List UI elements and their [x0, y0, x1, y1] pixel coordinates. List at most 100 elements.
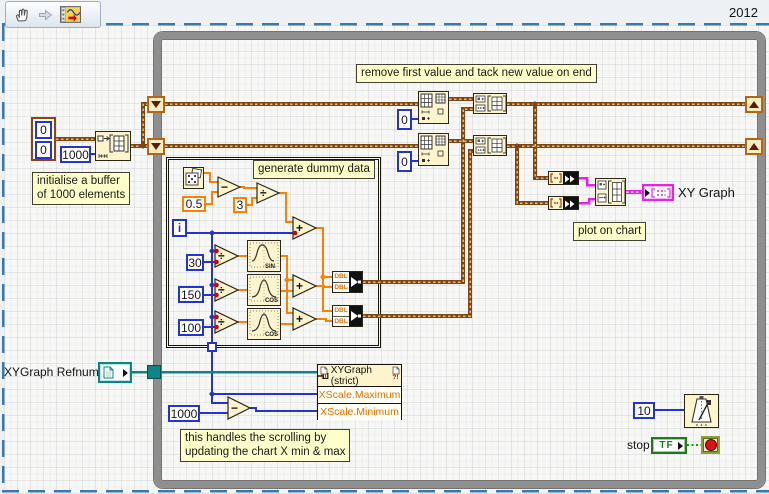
labview-block-diagram-window: − ÷ + ÷ ÷ ÷ + + − 2012 remove first valu… [0, 0, 769, 494]
loop-condition-terminal[interactable] [701, 436, 720, 454]
comment-line: initialise a buffer [37, 175, 120, 187]
array-brackets-icon [550, 173, 562, 183]
initialize-array-node[interactable] [95, 131, 131, 161]
numeric-constant-sin-period[interactable]: 30 [186, 254, 204, 271]
numeric-constant[interactable]: 0 [35, 121, 52, 139]
bundle-inputs: DBL DBL [333, 272, 349, 292]
dbl-type-label: DBL [334, 317, 348, 325]
comment-line: updating the chart X min & max [185, 446, 346, 458]
build-array-icon [475, 95, 507, 112]
property-node-xygraph[interactable]: ?! XYGraph (strict) ?! XScale.Maximum XS… [317, 364, 402, 420]
cosine-node[interactable]: COS [247, 308, 281, 340]
delete-from-array-node[interactable] [418, 91, 449, 124]
sine-wave-icon: SIN [249, 242, 279, 270]
shift-register-up-icon [749, 101, 759, 108]
loop-tunnel-refnum[interactable] [147, 365, 161, 379]
terminal-output-arrow-icon [678, 441, 683, 450]
shift-register-up-icon [749, 143, 759, 150]
loop-iteration-terminal[interactable]: i [172, 219, 187, 237]
shift-register-down-icon [151, 143, 161, 150]
xy-graph-glyph-icon [651, 187, 671, 198]
svg-text:SIN: SIN [265, 264, 275, 270]
shift-register-right[interactable] [745, 96, 763, 113]
metronome-icon [691, 396, 712, 426]
tf-glyph: TF [659, 440, 674, 451]
comment-remove-tack[interactable]: remove first value and tack new value on… [356, 64, 597, 83]
shift-register-left[interactable] [147, 96, 165, 113]
bundle-inputs: DBL DBL [333, 306, 349, 326]
stop-label: stop [627, 438, 650, 452]
bell-curve-icon: COS [249, 276, 279, 304]
bundle-node[interactable]: DBL DBL [332, 271, 363, 293]
shift-register-down-icon [151, 101, 161, 108]
comment-line: this handles the scrolling by [185, 432, 327, 444]
bell-curve-icon: COS [249, 310, 279, 338]
property-xscale-maximum[interactable]: XScale.Maximum [318, 387, 401, 404]
comment-line: of 1000 elements [37, 189, 126, 201]
bundle-output-icon [349, 306, 362, 326]
converter-output-icon [563, 197, 578, 209]
delete-from-array-icon [420, 93, 446, 120]
dbl-type-label: DBL [333, 306, 349, 317]
error-glyph: ?! [320, 374, 327, 381]
initialize-array-icon [97, 134, 129, 158]
numeric-constant-delete-index[interactable]: 0 [397, 151, 412, 172]
xygraph-refnum-control[interactable] [98, 362, 132, 383]
build-array-node[interactable] [473, 93, 507, 114]
pan-hand-icon[interactable] [12, 7, 30, 23]
dice-icon [185, 167, 203, 186]
numeric-constant-cos1-period[interactable]: 150 [178, 286, 204, 303]
comment-init-buffer[interactable]: initialise a buffer of 1000 elements [32, 172, 131, 205]
comment-scrolling[interactable]: this handles the scrolling by updating t… [180, 429, 351, 462]
red-stop-circle-icon [704, 439, 717, 451]
vi-document-icon[interactable] [60, 6, 81, 23]
array-brackets-icon [550, 198, 562, 208]
dbl-type-label: DBL [334, 283, 348, 291]
cosine-node[interactable]: COS [247, 274, 281, 306]
numeric-constant-buffer-size[interactable]: 1000 [60, 146, 91, 163]
converter-output-icon [563, 172, 578, 184]
numeric-constant-cos2-period[interactable]: 100 [178, 319, 204, 336]
array-to-cluster-node[interactable] [548, 171, 579, 185]
error-glyph: ?! [392, 374, 399, 381]
error-in-icon: ?! [319, 366, 328, 381]
xy-graph-label: XY Graph [678, 185, 735, 200]
bundle-output-icon [349, 272, 362, 292]
terminal-output-arrow-icon [123, 368, 128, 377]
numeric-constant[interactable]: 0 [35, 141, 52, 159]
sine-node[interactable]: SIN [247, 240, 281, 272]
refnum-control-label: XYGraph Refnum [4, 365, 99, 379]
numeric-constant-noise-scale[interactable]: 3 [233, 197, 247, 213]
forward-arrow-icon[interactable] [36, 7, 54, 23]
svg-text:COS: COS [265, 298, 278, 304]
sequence-tunnel[interactable] [207, 342, 217, 352]
xy-graph-terminal[interactable] [642, 184, 674, 201]
build-array-node[interactable] [473, 135, 507, 156]
array-to-cluster-node[interactable] [548, 196, 579, 210]
shift-register-right[interactable] [745, 138, 763, 155]
numeric-constant-delete-index[interactable]: 0 [397, 109, 412, 130]
build-array-icon [475, 137, 507, 154]
stop-boolean-terminal[interactable]: TF [651, 437, 687, 454]
cluster-constant[interactable]: 0 0 [31, 117, 56, 161]
refnum-page-icon [103, 366, 114, 379]
numeric-constant-noise-offset[interactable]: 0.5 [182, 196, 206, 212]
svg-text:COS: COS [265, 332, 278, 338]
shift-register-left[interactable] [147, 138, 165, 155]
comment-generate-dummy[interactable]: generate dummy data [253, 160, 375, 179]
numeric-constant-wait-ms[interactable]: 10 [633, 402, 655, 419]
bundle-node[interactable]: DBL DBL [332, 305, 363, 327]
tools-palette [5, 1, 101, 28]
comment-plot-on-chart[interactable]: plot on chart [573, 222, 647, 241]
random-number-node[interactable] [183, 167, 204, 189]
wait-next-ms-multiple-node[interactable] [684, 394, 719, 428]
error-out-icon: ?! [391, 366, 400, 381]
property-node-header[interactable]: ?! XYGraph (strict) ?! [318, 365, 401, 387]
delete-from-array-node[interactable] [418, 133, 449, 166]
build-array-node[interactable] [595, 178, 626, 206]
dbl-type-label: DBL [333, 272, 349, 283]
build-array-icon [597, 180, 626, 204]
property-xscale-minimum[interactable]: XScale.Minimum [318, 404, 401, 420]
numeric-constant-window-width[interactable]: 1000 [168, 405, 200, 422]
delete-from-array-icon [420, 135, 446, 162]
